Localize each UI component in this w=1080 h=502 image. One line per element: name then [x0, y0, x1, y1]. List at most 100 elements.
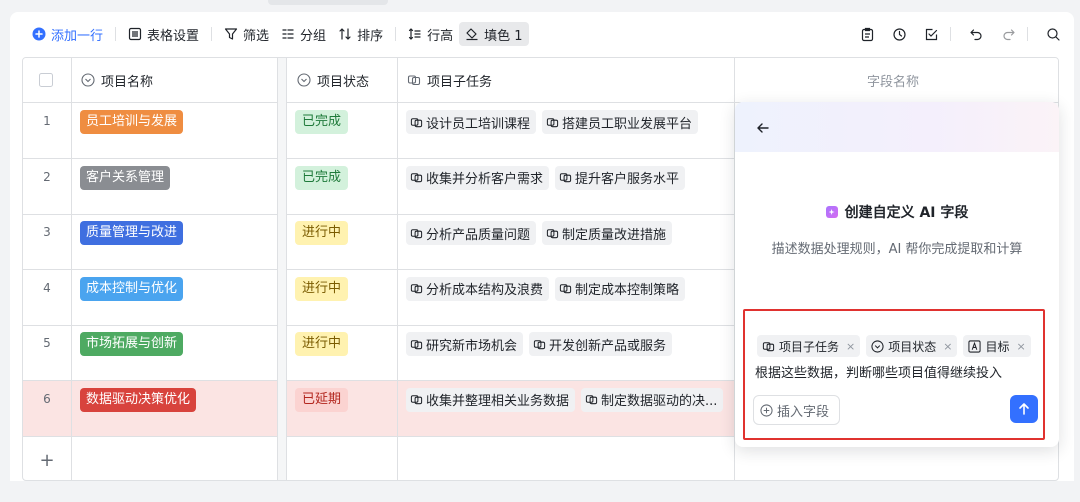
- plus-circle-icon: [760, 403, 773, 417]
- field-tag-subtasks[interactable]: 项目子任务 ×: [757, 335, 861, 357]
- project-name-tag[interactable]: 质量管理与改进: [80, 221, 184, 245]
- search-button[interactable]: [1040, 22, 1066, 46]
- filter-label: 筛选: [243, 28, 270, 44]
- column-header-new-field[interactable]: 字段名称: [867, 58, 919, 102]
- toolbar: 添加一行 表格设置 筛选 分组 排序 行高 填色 1: [10, 12, 1074, 56]
- project-name-tag[interactable]: 员工培训与发展: [80, 110, 184, 134]
- ai-prompt-box[interactable]: 项目子任务 × 项目状态 × 目标 × 根据这些数据，判断哪些项目值得继续投入 …: [743, 309, 1045, 440]
- project-name-tag[interactable]: 数据驱动决策优化: [80, 387, 197, 412]
- single-select-icon: [871, 339, 884, 353]
- field-tag-label: 项目状态: [888, 339, 937, 354]
- subtask-chip[interactable]: 制定成本控制策略: [555, 276, 686, 301]
- subtask-label: 制定质量改进措施: [562, 227, 667, 243]
- column-name-label: 项目名称: [101, 74, 154, 90]
- field-tag-status[interactable]: 项目状态 ×: [866, 335, 958, 357]
- insert-field-label: 插入字段: [777, 404, 830, 420]
- ai-sparkle-icon: [825, 206, 838, 218]
- select-all-checkbox[interactable]: [39, 58, 59, 102]
- subtask-label: 搭建员工职业发展平台: [562, 116, 693, 132]
- toolbar-right: [848, 22, 1066, 46]
- table-settings-icon: [128, 27, 142, 41]
- status-badge[interactable]: 已完成: [295, 110, 349, 134]
- panel-description: 描述数据处理规则，AI 帮你完成提取和计算: [771, 242, 1023, 257]
- status-badge[interactable]: 进行中: [295, 221, 349, 245]
- sort-label: 排序: [357, 28, 384, 44]
- send-button[interactable]: [1010, 395, 1038, 423]
- link-record-icon: [407, 75, 421, 86]
- subtask-label: 收集并分析客户需求: [426, 172, 544, 187]
- remove-tag-icon[interactable]: ×: [846, 340, 855, 353]
- insert-field-button[interactable]: 插入字段: [753, 395, 841, 425]
- subtask-label: 研究新市场机会: [426, 338, 518, 354]
- project-name-tag[interactable]: 成本控制与优化: [80, 276, 184, 301]
- history-button[interactable]: [886, 22, 912, 46]
- status-badge[interactable]: 进行中: [295, 332, 349, 356]
- status-badge[interactable]: 进行中: [295, 276, 349, 301]
- link-record-icon: [410, 284, 423, 294]
- subtask-chip[interactable]: 制定数据驱动的决...: [581, 387, 724, 412]
- single-select-icon: [81, 73, 95, 87]
- row-height-label: 行高: [427, 28, 454, 44]
- panel-title: 创建自定义 AI 字段: [735, 202, 1059, 222]
- group-button[interactable]: 分组: [275, 22, 332, 46]
- redo-button[interactable]: [995, 22, 1021, 46]
- field-tag-label: 目标: [985, 339, 1010, 354]
- subtask-chip[interactable]: 分析成本结构及浪费: [406, 276, 550, 301]
- remove-tag-icon[interactable]: ×: [1016, 340, 1025, 353]
- subtask-label: 提升客户服务水平: [575, 172, 680, 187]
- column-header-subtasks[interactable]: 项目子任务: [407, 58, 492, 102]
- field-tag-label: 项目子任务: [779, 339, 840, 354]
- field-tag-list: 项目子任务 × 项目状态 × 目标 ×: [757, 335, 1037, 357]
- filter-icon: [224, 28, 238, 40]
- subtask-chip[interactable]: 开发创新产品或服务: [529, 332, 673, 356]
- toolbar-divider: [115, 27, 117, 41]
- add-row-plus-button[interactable]: +: [23, 438, 71, 480]
- link-record-icon: [410, 395, 423, 405]
- prompt-text[interactable]: 根据这些数据，判断哪些项目值得继续投入: [755, 362, 1002, 381]
- subtask-chip[interactable]: 收集并整理相关业务数据: [406, 387, 576, 412]
- paint-bucket-icon: [466, 28, 478, 41]
- sort-icon: [339, 28, 351, 40]
- column-header-status[interactable]: 项目状态: [297, 58, 369, 102]
- subtask-label: 收集并整理相关业务数据: [426, 394, 570, 409]
- filter-button[interactable]: 筛选: [218, 22, 275, 46]
- link-record-icon: [410, 339, 423, 349]
- text-field-icon: [968, 339, 982, 353]
- clipboard-button[interactable]: [854, 22, 880, 46]
- project-name-tag[interactable]: 市场拓展与创新: [80, 332, 184, 356]
- column-header-name[interactable]: 项目名称: [81, 58, 153, 102]
- undo-icon: [969, 28, 982, 40]
- fill-color-button[interactable]: 填色 1: [459, 22, 529, 46]
- row-number: 2: [43, 169, 51, 184]
- status-badge[interactable]: 已延期: [295, 387, 349, 412]
- subtask-chip[interactable]: 收集并分析客户需求: [406, 165, 550, 190]
- link-record-icon: [559, 284, 572, 294]
- status-badge[interactable]: 已完成: [295, 165, 349, 190]
- subtask-chip[interactable]: 设计员工培训课程: [406, 110, 537, 134]
- sort-button[interactable]: 排序: [332, 22, 389, 46]
- subtask-chip[interactable]: 分析产品质量问题: [406, 221, 537, 245]
- subtask-label: 分析成本结构及浪费: [426, 283, 544, 298]
- single-select-icon: [297, 73, 311, 87]
- subtask-chip[interactable]: 制定质量改进措施: [542, 221, 673, 245]
- panel-title-text: 创建自定义 AI 字段: [844, 205, 969, 221]
- fill-color-label: 填色 1: [484, 28, 523, 44]
- undo-button[interactable]: [963, 22, 989, 46]
- subtask-chip[interactable]: 搭建员工职业发展平台: [542, 110, 699, 134]
- subtask-label: 设计员工培训课程: [426, 116, 531, 132]
- checkbox-edit-button[interactable]: [918, 22, 944, 46]
- clipboard-icon: [861, 27, 873, 41]
- link-record-icon: [585, 395, 598, 405]
- subtask-chip[interactable]: 研究新市场机会: [406, 332, 524, 356]
- table-settings-button[interactable]: 表格设置: [122, 22, 205, 46]
- frozen-column-divider[interactable]: [277, 58, 287, 480]
- add-row-button[interactable]: 添加一行: [26, 22, 109, 46]
- table-settings-label: 表格设置: [147, 28, 200, 44]
- project-name-tag[interactable]: 客户关系管理: [80, 165, 171, 190]
- back-button[interactable]: [753, 118, 773, 138]
- row-height-button[interactable]: 行高: [402, 22, 459, 46]
- subtask-chip[interactable]: 提升客户服务水平: [555, 165, 686, 190]
- remove-tag-icon[interactable]: ×: [943, 340, 952, 353]
- field-tag-goal[interactable]: 目标 ×: [963, 335, 1031, 357]
- ai-field-panel: 创建自定义 AI 字段 描述数据处理规则，AI 帮你完成提取和计算 项目子任务 …: [735, 102, 1059, 447]
